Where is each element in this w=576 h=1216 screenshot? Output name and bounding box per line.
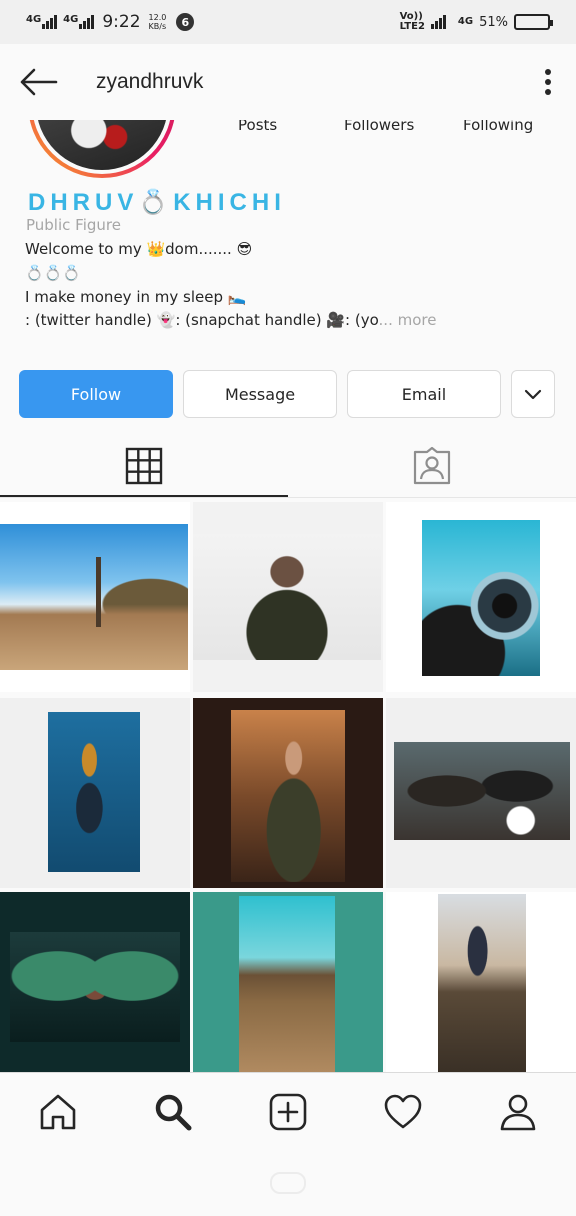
post-thumbnail[interactable] <box>386 698 576 888</box>
nav-profile[interactable] <box>486 1080 550 1144</box>
header-username: zyandhruvk <box>96 70 204 93</box>
post-thumbnail[interactable] <box>193 502 383 692</box>
post-image <box>10 932 180 1042</box>
notification-count-badge: 6 <box>176 13 195 31</box>
post-thumbnail[interactable] <box>0 502 190 692</box>
post-image <box>394 742 570 840</box>
post-thumbnail[interactable] <box>193 698 383 888</box>
message-button[interactable]: Message <box>183 370 337 418</box>
bio-line: 💍💍💍 <box>25 264 82 282</box>
battery-percent: 51% <box>479 14 508 30</box>
post-image <box>48 712 140 872</box>
home-icon <box>40 1094 75 1129</box>
arrow-left-icon <box>20 68 58 96</box>
vertical-dots-icon <box>545 69 551 95</box>
network-speed: 12.0 KB/s <box>149 13 167 31</box>
post-thumbnail[interactable] <box>386 892 576 1072</box>
post-thumbnail[interactable] <box>386 502 576 692</box>
post-image <box>0 524 188 670</box>
bottom-nav <box>0 1072 576 1150</box>
back-button[interactable] <box>0 44 76 120</box>
network-type: 4G <box>63 14 79 25</box>
network-type: 4G <box>457 16 474 27</box>
tagged-person-icon <box>413 446 451 485</box>
post-image <box>438 894 526 1072</box>
system-nav-bar <box>0 1150 576 1216</box>
tabs-divider <box>0 497 576 498</box>
profile-category: Public Figure <box>26 216 121 234</box>
email-button[interactable]: Email <box>347 370 501 418</box>
system-home-button[interactable] <box>270 1172 306 1194</box>
tree-trunk <box>96 557 101 627</box>
bio-line: I make money in my sleep 🛌 <box>25 288 247 306</box>
post-image <box>193 534 381 660</box>
nav-home[interactable] <box>26 1080 90 1144</box>
suggested-accounts-button[interactable] <box>511 370 555 418</box>
post-thumbnail[interactable] <box>0 698 190 888</box>
tab-grid[interactable] <box>0 436 288 496</box>
post-image <box>422 520 540 676</box>
post-image <box>239 896 335 1072</box>
bio-line: : (twitter handle) 👻: (snapchat handle) … <box>25 311 436 329</box>
profile-display-name: DHRUV💍KHICHI <box>28 189 286 216</box>
volte-indicator: Vo)) LTE2 <box>400 12 425 32</box>
signal-icon: 4G <box>63 14 95 29</box>
follow-button[interactable]: Follow <box>19 370 173 418</box>
posts-grid <box>0 502 576 1072</box>
nav-activity[interactable] <box>371 1080 435 1144</box>
more-options-button[interactable] <box>520 44 576 120</box>
bio-line-text: : (twitter handle) 👻: (snapchat handle) … <box>25 311 379 329</box>
battery-icon <box>514 14 553 30</box>
post-image <box>231 710 345 882</box>
add-post-icon <box>269 1093 307 1130</box>
post-thumbnail[interactable] <box>0 892 190 1072</box>
activity-heart-icon <box>384 1094 422 1128</box>
lte-label: LTE2 <box>399 21 425 32</box>
bio-line: Welcome to my 👑dom....... 😎 <box>25 240 253 258</box>
profile-header: zyandhruvk <box>0 44 576 120</box>
speed-unit: KB/s <box>148 22 167 31</box>
signal-icon: 4G <box>26 14 58 29</box>
status-time: 9:22 <box>102 12 141 32</box>
speed-value: 12.0 <box>148 13 167 22</box>
chevron-down-icon <box>524 389 542 400</box>
nav-add-post[interactable] <box>256 1080 320 1144</box>
tab-tagged[interactable] <box>288 436 576 496</box>
network-type: 4G <box>26 14 42 25</box>
grid-icon <box>125 447 163 485</box>
signal-icon <box>430 15 446 29</box>
status-bar: 4G 4G 9:22 12.0 KB/s 6 Vo)) LTE2 4G 51% <box>0 0 576 44</box>
profile-icon <box>501 1094 536 1130</box>
bio-more-link[interactable]: ... more <box>379 311 437 329</box>
post-thumbnail[interactable] <box>193 892 383 1072</box>
search-icon <box>155 1094 192 1130</box>
nav-search[interactable] <box>141 1080 205 1144</box>
